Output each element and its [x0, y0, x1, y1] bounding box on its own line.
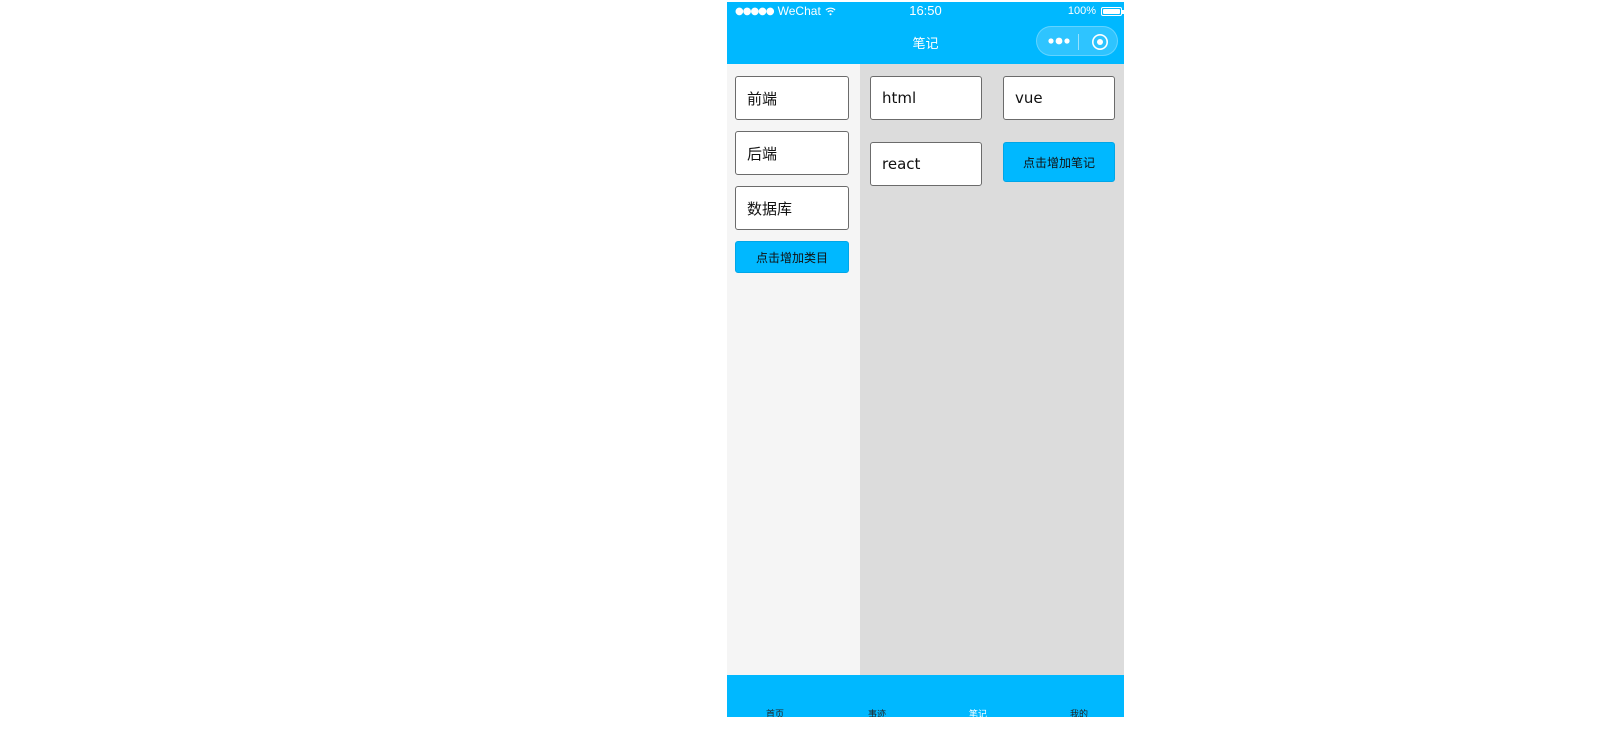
tab-home[interactable]: 首页 [745, 707, 805, 717]
navigation-bar: 笔记 [727, 20, 1124, 64]
category-item[interactable]: 前端 [735, 76, 849, 120]
tab-bar: 首页 事迹 笔记 我的 [727, 675, 1124, 717]
tab-deeds[interactable]: 事迹 [847, 707, 907, 717]
note-item[interactable]: vue [1003, 76, 1115, 120]
tab-mine[interactable]: 我的 [1049, 707, 1109, 717]
menu-capsule [1036, 26, 1118, 56]
note-item[interactable]: html [870, 76, 982, 120]
add-category-button[interactable]: 点击增加类目 [735, 241, 849, 273]
category-item[interactable]: 后端 [735, 131, 849, 175]
category-sidebar: 前端 后端 数据库 点击增加类目 [727, 64, 860, 675]
tab-notes[interactable]: 笔记 [948, 707, 1008, 717]
capsule-divider [1078, 34, 1079, 50]
notes-panel: html vue react 点击增加笔记 [860, 64, 1124, 675]
battery-percent: 100% [1067, 5, 1096, 17]
note-item[interactable]: react [870, 142, 982, 186]
add-note-button[interactable]: 点击增加笔记 [1003, 142, 1115, 182]
more-dots-icon[interactable] [1047, 35, 1071, 47]
status-bar: ●●●●● WeChat 16:50 100% [727, 2, 1124, 20]
target-circle-icon[interactable] [1091, 33, 1109, 51]
status-time: 16:50 [909, 3, 942, 18]
battery-icon [1101, 6, 1124, 16]
category-item[interactable]: 数据库 [735, 186, 849, 230]
phone-screen: ●●●●● WeChat 16:50 100% 笔记 前端 后端 数据库 点击增… [727, 2, 1124, 717]
status-right: 100% [1067, 5, 1124, 17]
